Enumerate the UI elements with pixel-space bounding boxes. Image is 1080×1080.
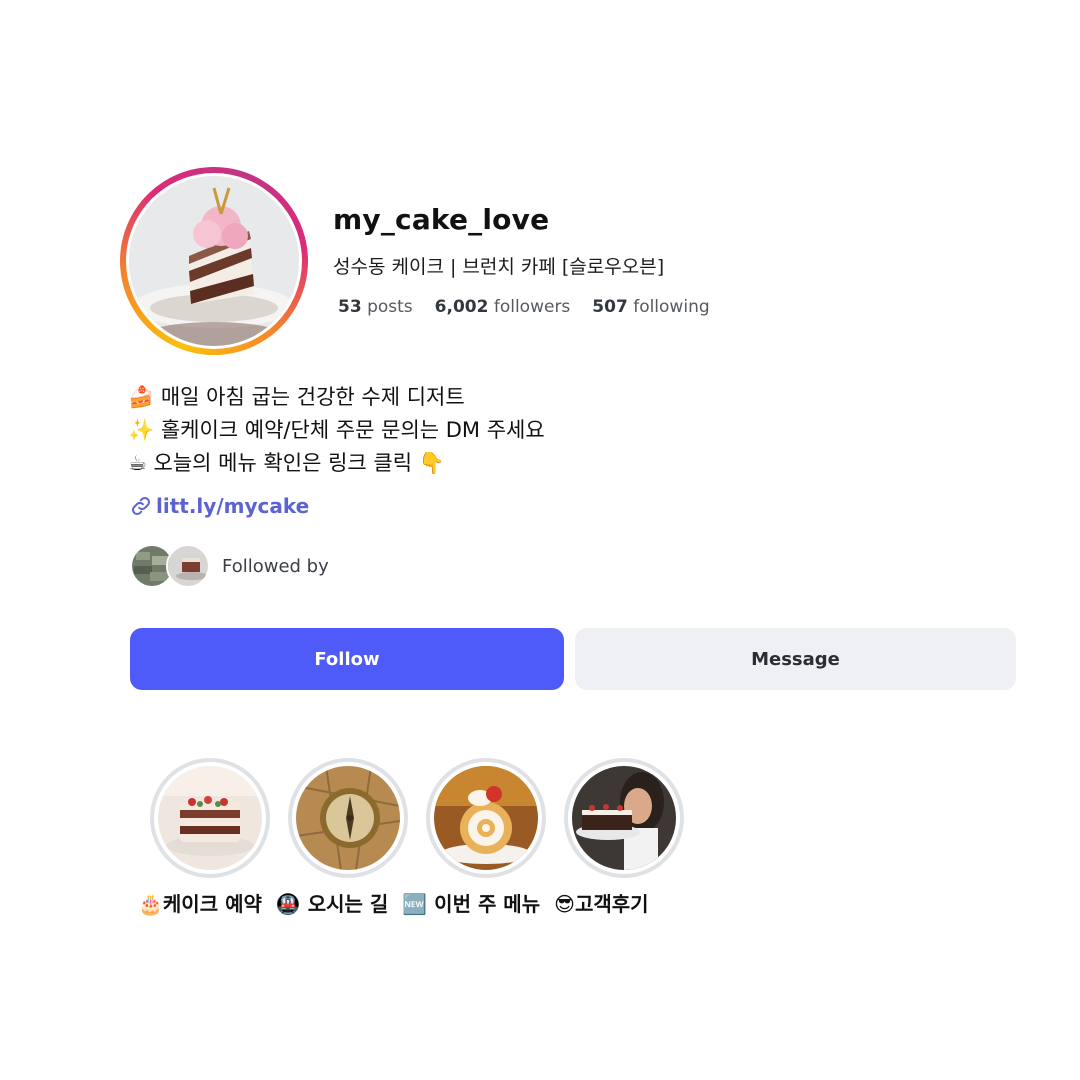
customer-photo-icon bbox=[572, 766, 676, 870]
highlight-label[interactable]: 🆕 이번 주 메뉴 bbox=[402, 888, 540, 917]
link-text: litt.ly/mycake bbox=[156, 494, 310, 518]
following-stat[interactable]: 507 following bbox=[592, 297, 709, 317]
posts-stat[interactable]: 53 posts bbox=[338, 297, 413, 317]
highlight-label[interactable]: 😎고객후기 bbox=[554, 888, 648, 917]
username: my_cake_love bbox=[333, 203, 550, 236]
profile-avatar[interactable] bbox=[120, 167, 308, 355]
profile-stats: 53 posts 6,002 followers 507 following bbox=[338, 297, 710, 317]
profile-link[interactable]: litt.ly/mycake bbox=[130, 494, 309, 518]
posts-label: posts bbox=[367, 297, 413, 317]
highlight-label[interactable]: 🎂케이크 예약 bbox=[138, 888, 262, 917]
follower-avatar bbox=[166, 544, 210, 588]
highlight-weekly-menu[interactable] bbox=[426, 758, 546, 878]
bio-line: ✨ 홀케이크 예약/단체 주문 문의는 DM 주세요 bbox=[128, 418, 545, 442]
cake-slice-photo bbox=[129, 176, 299, 346]
followed-by-label: Followed by bbox=[222, 555, 329, 577]
following-label: following bbox=[633, 297, 710, 317]
highlight-customer-reviews[interactable] bbox=[564, 758, 684, 878]
bio-line: 🍰 매일 아침 굽는 건강한 수제 디저트 bbox=[128, 385, 465, 409]
message-button[interactable]: Message bbox=[575, 628, 1016, 690]
followers-count: 6,002 bbox=[434, 297, 489, 317]
highlight-labels: 🎂케이크 예약 🚇 오시는 길 🆕 이번 주 메뉴 😎고객후기 bbox=[138, 888, 649, 917]
highlight-cake-reservation[interactable] bbox=[150, 758, 270, 878]
followers-label: followers bbox=[493, 297, 571, 317]
posts-count: 53 bbox=[338, 297, 362, 317]
profile-subtitle: 성수동 케이크 | 브런치 카페 [슬로우오븐] bbox=[333, 256, 665, 278]
followers-stat[interactable]: 6,002 followers bbox=[435, 297, 571, 317]
follow-button[interactable]: Follow bbox=[130, 628, 564, 690]
link-icon bbox=[130, 495, 152, 517]
cake-photo-icon bbox=[158, 766, 262, 870]
bio-line: ☕ 오늘의 메뉴 확인은 링크 클릭 👇 bbox=[128, 451, 445, 475]
story-highlights bbox=[150, 758, 684, 878]
highlight-label[interactable]: 🚇 오시는 길 bbox=[276, 888, 388, 917]
followed-by[interactable]: Followed by bbox=[130, 544, 329, 588]
following-count: 507 bbox=[592, 297, 628, 317]
profile-page: my_cake_love 성수동 케이크 | 브런치 카페 [슬로우오븐] 53… bbox=[0, 0, 1080, 1080]
roll-cake-photo-icon bbox=[434, 766, 538, 870]
highlight-directions[interactable] bbox=[288, 758, 408, 878]
compass-photo-icon bbox=[296, 766, 400, 870]
profile-bio: 🍰 매일 아침 굽는 건강한 수제 디저트 ✨ 홀케이크 예약/단체 주문 문의… bbox=[128, 381, 545, 480]
